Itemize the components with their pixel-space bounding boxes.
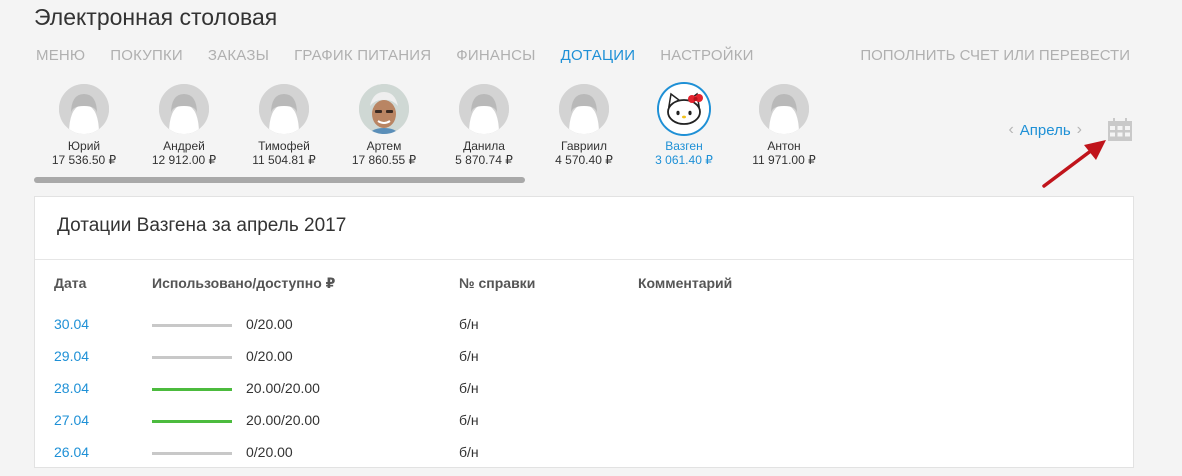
default-avatar-icon	[159, 84, 209, 134]
row-usage: 0/20.00	[246, 316, 293, 332]
user-name: Андрей	[163, 139, 205, 153]
column-header-cert: № справки	[459, 275, 536, 291]
user-balance: 3 061.40 ₽	[655, 153, 713, 167]
panel-title: Дотации Вазгена за апрель 2017	[57, 215, 347, 236]
user-card-timofey[interactable]: Тимофей 11 504.81 ₽	[234, 84, 334, 167]
default-avatar-icon	[559, 84, 609, 134]
row-cert: б/н	[459, 348, 479, 364]
tab-subsidies[interactable]: ДОТАЦИИ	[561, 47, 636, 67]
table-row: 27.04 20.00/20.00 б/н	[35, 412, 1133, 444]
table-row: 29.04 0/20.00 б/н	[35, 348, 1133, 380]
user-card-anton[interactable]: Антон 11 971.00 ₽	[734, 84, 834, 167]
row-cert: б/н	[459, 412, 479, 428]
row-date-link[interactable]: 26.04	[54, 444, 89, 460]
user-balance: 11 971.00 ₽	[752, 153, 816, 167]
row-cert: б/н	[459, 444, 479, 460]
row-usage: 20.00/20.00	[246, 380, 320, 396]
user-balance: 17 536.50 ₽	[51, 153, 117, 167]
usage-bar	[152, 420, 232, 423]
user-card-gavriil[interactable]: Гавриил 4 570.40 ₽	[534, 84, 634, 167]
user-name: Тимофей	[258, 139, 310, 153]
hello-kitty-avatar	[659, 84, 709, 134]
user-balance: 11 504.81 ₽	[252, 153, 316, 167]
user-name: Антон	[767, 139, 801, 153]
user-name: Гавриил	[561, 139, 607, 153]
tab-meal-schedule[interactable]: ГРАФИК ПИТАНИЯ	[294, 47, 431, 67]
column-header-usage: Использовано/доступно ₽	[152, 275, 336, 291]
photo-avatar	[359, 84, 409, 134]
default-avatar-icon	[759, 84, 809, 134]
user-name: Артем	[366, 139, 402, 153]
user-list: Юрий 17 536.50 ₽ Андрей 12 912.00 ₽ Тимо…	[34, 84, 816, 174]
user-balance: 4 570.40 ₽	[555, 153, 613, 167]
user-name: Вазген	[665, 139, 703, 153]
usage-bar	[152, 356, 232, 359]
table-row: 28.04 20.00/20.00 б/н	[35, 380, 1133, 412]
tab-settings[interactable]: НАСТРОЙКИ	[660, 47, 753, 67]
topup-link[interactable]: ПОПОЛНИТЬ СЧЕТ ИЛИ ПЕРЕВЕСТИ	[860, 47, 1130, 64]
user-card-artem[interactable]: Артем 17 860.55 ₽	[334, 84, 434, 167]
row-usage: 0/20.00	[246, 348, 293, 364]
user-card-yuriy[interactable]: Юрий 17 536.50 ₽	[34, 84, 134, 167]
row-date-link[interactable]: 30.04	[54, 316, 89, 332]
user-card-danila[interactable]: Данила 5 870.74 ₽	[434, 84, 534, 167]
default-avatar-icon	[459, 84, 509, 134]
user-name: Данила	[463, 139, 505, 153]
default-avatar-icon	[59, 84, 109, 134]
column-header-date: Дата	[54, 275, 87, 291]
row-date-link[interactable]: 28.04	[54, 380, 89, 396]
main-nav: МЕНЮ ПОКУПКИ ЗАКАЗЫ ГРАФИК ПИТАНИЯ ФИНАН…	[36, 47, 779, 67]
tab-menu[interactable]: МЕНЮ	[36, 47, 85, 67]
row-date-link[interactable]: 27.04	[54, 412, 89, 428]
calendar-icon[interactable]	[1107, 118, 1133, 142]
usage-bar-fill	[152, 388, 232, 391]
row-usage: 20.00/20.00	[246, 412, 320, 428]
subsidies-panel: Дотации Вазгена за апрель 2017 Дата Испо…	[34, 196, 1134, 468]
user-balance: 17 860.55 ₽	[351, 153, 417, 167]
user-balance: 5 870.74 ₽	[455, 153, 513, 167]
chevron-left-icon[interactable]: ‹	[1004, 121, 1017, 139]
column-header-comment: Комментарий	[638, 275, 733, 291]
annotation-arrow-icon	[1042, 140, 1106, 188]
user-name: Юрий	[67, 139, 101, 153]
row-date-link[interactable]: 29.04	[54, 348, 89, 364]
user-list-scrollbar[interactable]	[34, 177, 525, 183]
table-row: 26.04 0/20.00 б/н	[35, 444, 1133, 476]
app-title: Электронная столовая	[34, 4, 278, 30]
usage-bar	[152, 452, 232, 455]
default-avatar-icon	[259, 84, 309, 134]
table-row: 30.04 0/20.00 б/н	[35, 316, 1133, 348]
row-cert: б/н	[459, 316, 479, 332]
user-card-vazgen[interactable]: Вазген 3 061.40 ₽	[634, 84, 734, 167]
user-balance: 12 912.00 ₽	[151, 153, 217, 167]
usage-bar	[152, 388, 232, 391]
usage-bar	[152, 324, 232, 327]
tab-orders[interactable]: ЗАКАЗЫ	[208, 47, 269, 67]
tab-finance[interactable]: ФИНАНСЫ	[456, 47, 535, 67]
panel-divider	[35, 259, 1133, 260]
row-cert: б/н	[459, 380, 479, 396]
user-card-andrey[interactable]: Андрей 12 912.00 ₽	[134, 84, 234, 167]
row-usage: 0/20.00	[246, 444, 293, 460]
usage-bar-fill	[152, 420, 232, 423]
tab-purchases[interactable]: ПОКУПКИ	[110, 47, 183, 67]
